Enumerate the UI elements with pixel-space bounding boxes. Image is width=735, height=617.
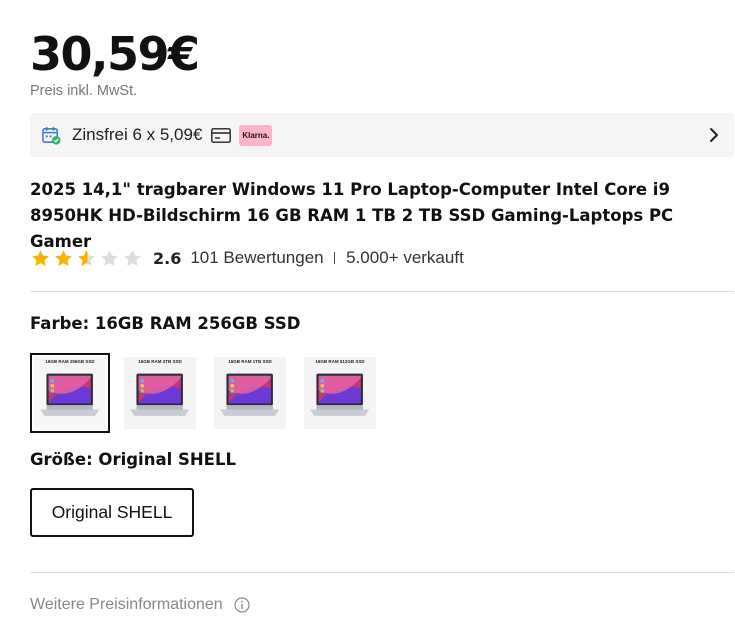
laptop-image <box>130 373 190 416</box>
laptop-image <box>220 373 280 416</box>
star-half-icon <box>78 249 95 266</box>
divider <box>30 572 734 573</box>
divider <box>333 252 336 264</box>
thumbnail-caption: 16GB RAM 1TB SSD <box>228 359 272 364</box>
product-title: 2025 14,1" tragbarer Windows 11 Pro Lapt… <box>30 180 674 251</box>
color-option-label: Farbe: 16GB RAM 256GB SSD <box>30 314 301 333</box>
chevron-right-icon <box>710 128 718 142</box>
thumbnail-caption: 16GB RAM 512GB SSD <box>315 359 365 364</box>
color-option-list: 16GB RAM 256GB SSD 16GB RAM 2TB SSD 16GB… <box>30 353 376 433</box>
more-price-info-row[interactable]: Weitere Preisinformationen <box>30 596 250 614</box>
color-option-16gb-1tb[interactable]: 16GB RAM 1TB SSD <box>214 357 286 429</box>
color-option-16gb-256gb[interactable]: 16GB RAM 256GB SSD <box>30 353 110 433</box>
klarna-installment-text: Zinsfrei 6 x 5,09€ <box>72 125 203 144</box>
thumbnail-caption: 16GB RAM 2TB SSD <box>138 359 182 364</box>
rating-value: 2.6 <box>153 248 182 268</box>
divider <box>30 291 734 292</box>
thumbnail-caption: 16GB RAM 256GB SSD <box>45 359 95 364</box>
rating-row[interactable]: 2.6 101 Bewertungen 5.000+ verkauft <box>30 246 464 270</box>
credit-card-icon <box>211 127 232 143</box>
info-icon[interactable] <box>234 597 250 613</box>
star-full-icon <box>55 249 72 266</box>
color-option-16gb-512gb[interactable]: 16GB RAM 512GB SSD <box>304 357 376 429</box>
review-count-link[interactable]: 101 Bewertungen <box>190 248 323 268</box>
star-empty-icon <box>124 249 141 266</box>
star-rating <box>30 248 143 269</box>
product-info-panel: 30,59€ Preis inkl. MwSt. Zinsfrei 6 x 5,… <box>0 0 735 617</box>
more-price-info-label: Weitere Preisinformationen <box>30 596 223 613</box>
laptop-thumbnail: 16GB RAM 256GB SSD <box>34 357 106 429</box>
product-price: 30,59€ <box>30 27 200 81</box>
calendar-icon <box>42 126 61 145</box>
klarna-installment-bar[interactable]: Zinsfrei 6 x 5,09€ Klarna. <box>30 113 734 157</box>
star-empty-icon <box>101 249 118 266</box>
klarna-logo-badge: Klarna. <box>239 124 273 146</box>
laptop-image <box>40 373 100 416</box>
laptop-image <box>310 373 370 416</box>
price-tax-note: Preis inkl. MwSt. <box>30 83 138 99</box>
size-option-original-shell[interactable]: Original SHELL <box>30 488 194 537</box>
star-full-icon <box>32 249 49 266</box>
sold-count: 5.000+ verkauft <box>346 248 464 267</box>
color-option-16gb-2tb[interactable]: 16GB RAM 2TB SSD <box>124 357 196 429</box>
size-option-label: Größe: Original SHELL <box>30 450 236 469</box>
